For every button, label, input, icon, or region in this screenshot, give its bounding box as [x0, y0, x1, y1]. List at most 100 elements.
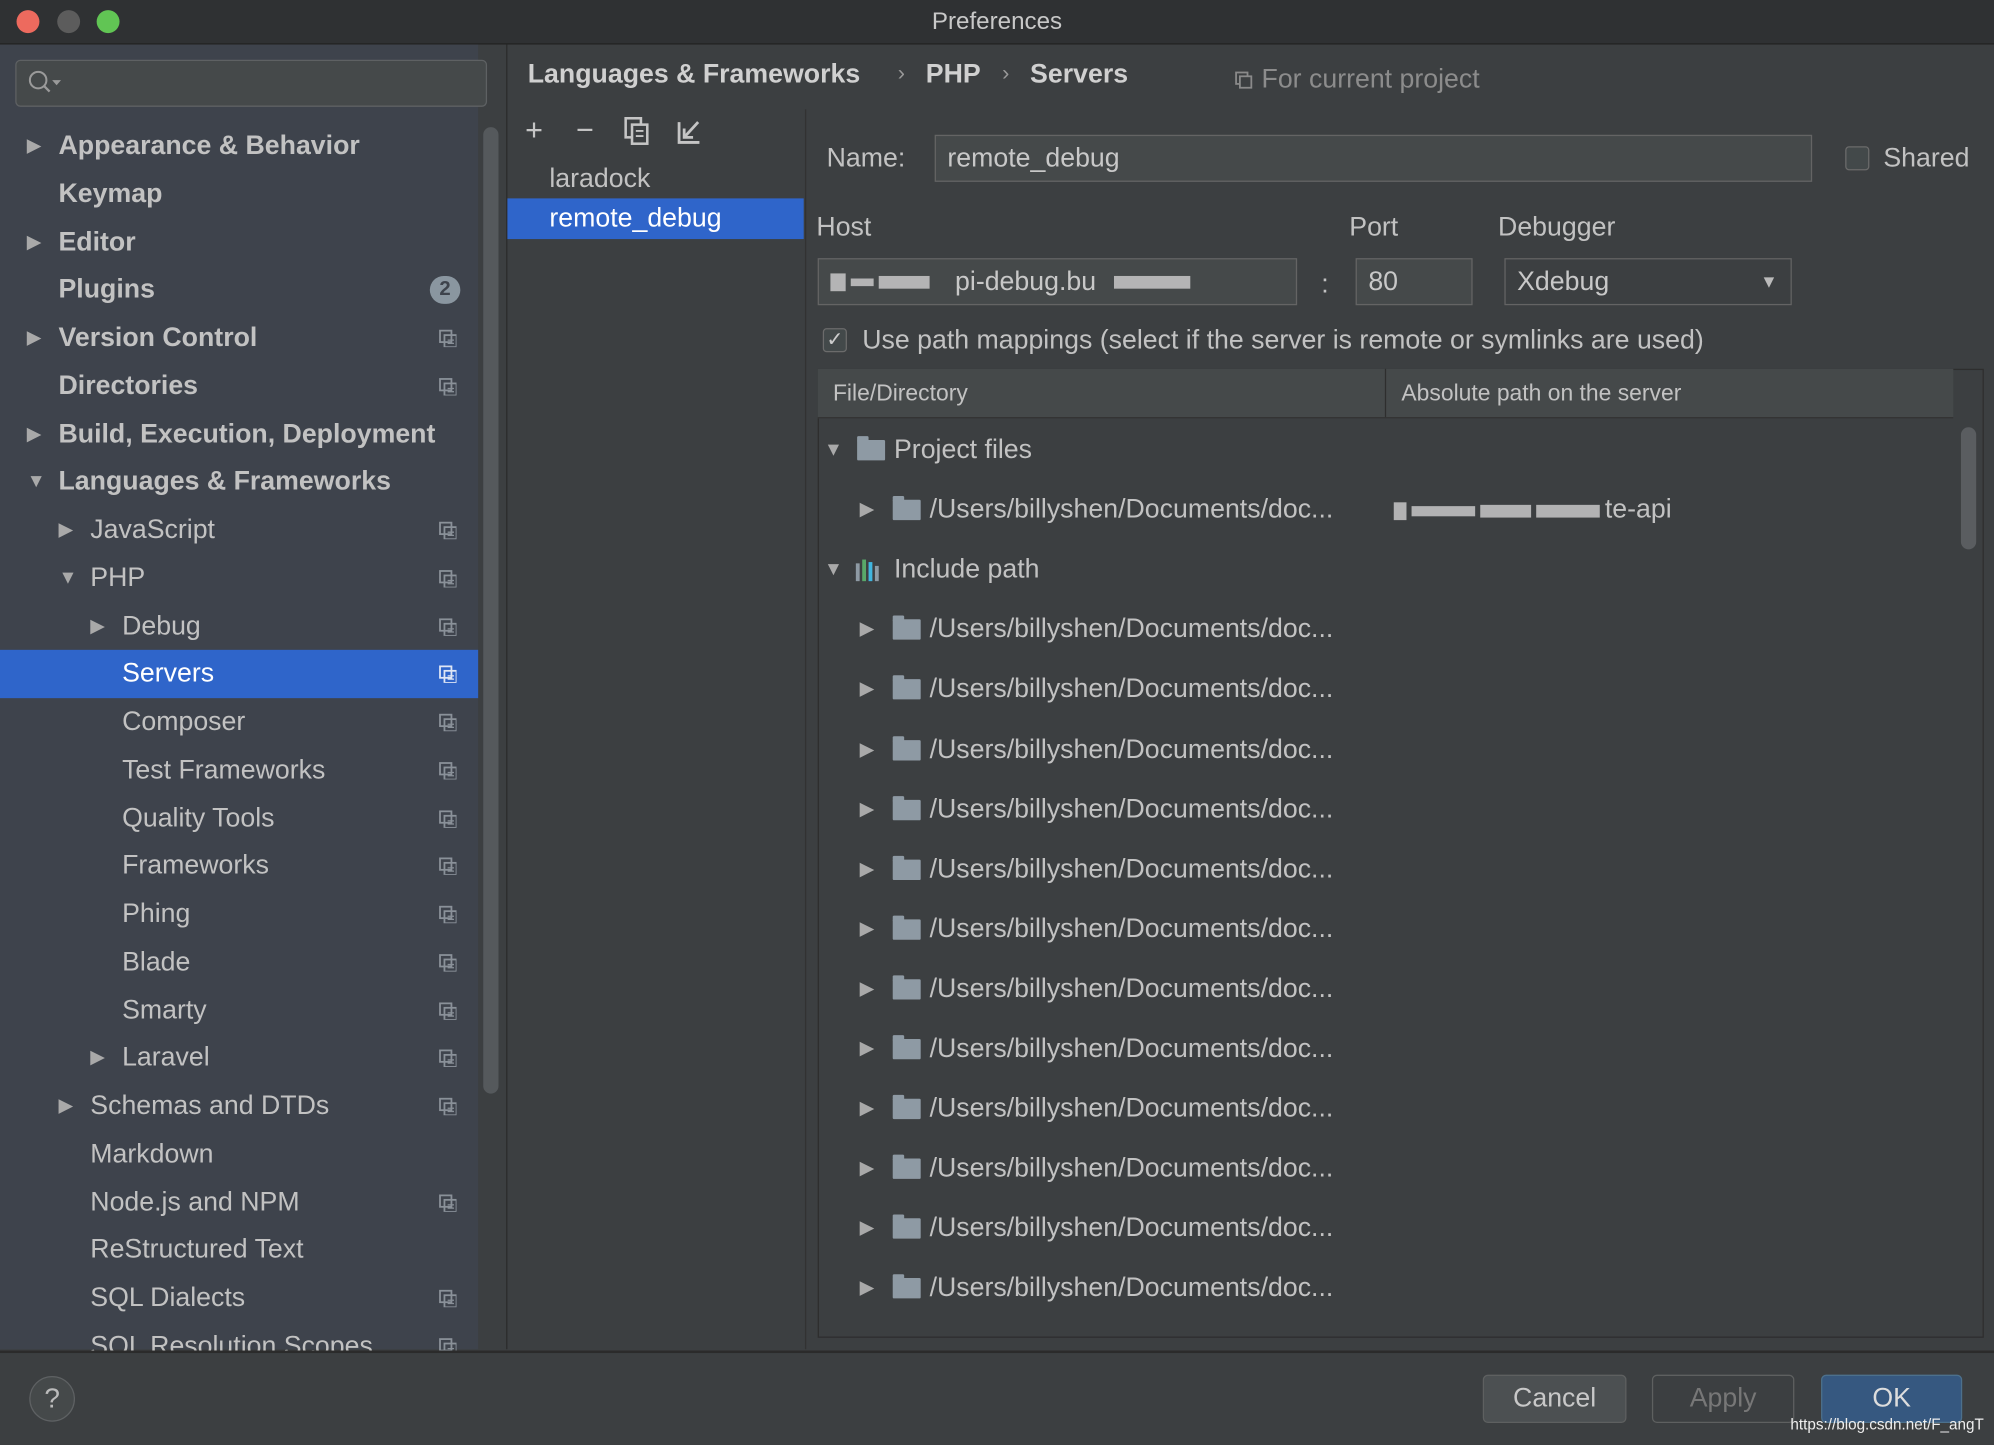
chevron-down-icon[interactable]: ▼ — [27, 458, 46, 506]
mapping-group-row[interactable]: ▼ Include path — [824, 551, 1943, 589]
mapping-row[interactable]: ▶ /Users/billyshen/Documents/doc... — [860, 1030, 1954, 1068]
sidebar-item-editor[interactable]: ▶ Editor — [0, 218, 478, 266]
sidebar-item-quality-tools[interactable]: Quality Tools — [0, 794, 478, 842]
sidebar-item-keymap[interactable]: Keymap — [0, 170, 478, 218]
sidebar-scrollbar[interactable] — [483, 127, 499, 1094]
mapping-row[interactable]: ▶ /Users/billyshen/Documents/doc... — [860, 910, 1954, 948]
chevron-right-icon[interactable]: ▶ — [90, 1034, 105, 1082]
chevron-right-icon[interactable]: ▶ — [27, 410, 42, 458]
chevron-right-icon[interactable]: ▶ — [860, 1030, 875, 1068]
redacted-text — [1411, 505, 1476, 516]
chevron-right-icon[interactable]: ▶ — [90, 602, 105, 650]
chevron-right-icon[interactable]: ▶ — [27, 122, 42, 170]
sidebar-item-php[interactable]: ▼ PHP — [0, 554, 478, 602]
column-header-file-directory[interactable]: File/Directory — [833, 380, 968, 407]
chevron-right-icon[interactable]: ▶ — [27, 314, 42, 362]
chevron-right-icon[interactable]: ▶ — [860, 611, 875, 649]
chevron-right-icon[interactable]: ▶ — [860, 970, 875, 1008]
server-path[interactable]: te-api — [1393, 491, 1672, 529]
server-item-laradock[interactable]: laradock — [507, 159, 803, 200]
sidebar-item-debug[interactable]: ▶ Debug — [0, 602, 478, 650]
mapping-row[interactable]: ▶ /Users/billyshen/Documents/doc... — [860, 850, 1954, 888]
folder-icon — [892, 496, 921, 521]
sidebar-item-phing[interactable]: Phing — [0, 890, 478, 938]
sidebar-item-plugins[interactable]: Plugins 2 — [0, 266, 478, 314]
chevron-down-icon[interactable]: ▼ — [824, 551, 843, 589]
shared-checkbox[interactable] — [1845, 146, 1870, 171]
redacted-text — [850, 279, 874, 287]
column-header-server-path[interactable]: Absolute path on the server — [1401, 380, 1681, 407]
chevron-right-icon[interactable]: ▶ — [860, 731, 875, 769]
sidebar-item-languages-frameworks[interactable]: ▼ Languages & Frameworks — [0, 458, 478, 506]
chevron-right-icon[interactable]: ▶ — [860, 671, 875, 709]
chevron-right-icon[interactable]: ▶ — [860, 1090, 875, 1128]
sidebar-item-blade[interactable]: Blade — [0, 938, 478, 986]
sidebar-item-version-control[interactable]: ▶ Version Control — [0, 314, 478, 362]
sidebar-item-restructured-text[interactable]: ReStructured Text — [0, 1226, 478, 1274]
mapping-row[interactable]: ▶ /Users/billyshen/Documents/doc... — [860, 970, 1954, 1008]
column-divider — [1384, 368, 1387, 418]
sidebar-item-label: Plugins — [58, 275, 155, 305]
sidebar-item-label: Markdown — [90, 1139, 214, 1169]
remove-server-button[interactable]: − — [568, 114, 601, 147]
breadcrumb-item: PHP — [925, 59, 981, 90]
table-scrollbar[interactable] — [1960, 427, 1977, 550]
mapping-row[interactable]: ▶ /Users/billyshen/Documents/doc... — [860, 731, 1954, 769]
mapping-row[interactable]: ▶ /Users/billyshen/Documents/doc... — [860, 790, 1954, 828]
mapping-row[interactable]: ▶ /Users/billyshen/Documents/doc... — [860, 1210, 1954, 1248]
name-input[interactable]: remote_debug — [934, 134, 1813, 182]
project-scope-icon — [439, 857, 457, 876]
debugger-select[interactable]: Xdebug ▼ — [1504, 258, 1792, 306]
sidebar-item-label: Languages & Frameworks — [58, 467, 391, 497]
sidebar-item-servers[interactable]: Servers — [0, 650, 479, 699]
chevron-right-icon[interactable]: ▶ — [860, 850, 875, 888]
sidebar-item-label: Servers — [122, 659, 215, 689]
mapping-row[interactable]: ▶ /Users/billyshen/Documents/doc... — [860, 1150, 1954, 1188]
mapping-row[interactable]: ▶ /Users/billyshen/Documents/doc... — [860, 611, 1954, 649]
sidebar-item-frameworks[interactable]: Frameworks — [0, 842, 478, 890]
chevron-down-icon[interactable]: ▼ — [824, 431, 843, 469]
sidebar-item-node-js-and-npm[interactable]: Node.js and NPM — [0, 1178, 478, 1226]
help-button[interactable]: ? — [29, 1375, 76, 1422]
sidebar-item-markdown[interactable]: Markdown — [0, 1130, 478, 1178]
chevron-right-icon[interactable]: ▶ — [58, 506, 73, 554]
chevron-right-icon[interactable]: ▶ — [860, 790, 875, 828]
mapping-group-row[interactable]: ▼ Project files — [824, 431, 1943, 469]
sidebar-item-laravel[interactable]: ▶ Laravel — [0, 1034, 478, 1082]
local-path: /Users/billyshen/Documents/doc... — [929, 734, 1334, 764]
redacted-text — [878, 276, 930, 290]
sidebar-item-javascript[interactable]: ▶ JavaScript — [0, 506, 478, 554]
sidebar-item-build-execution-deployment[interactable]: ▶ Build, Execution, Deployment — [0, 410, 478, 458]
sidebar-item-label: Node.js and NPM — [90, 1187, 300, 1217]
mapping-row[interactable]: ▶ /Users/billyshen/Documents/doc... — [860, 1270, 1954, 1308]
copy-server-button[interactable] — [621, 114, 654, 147]
chevron-right-icon[interactable]: ▶ — [27, 218, 42, 266]
port-input[interactable]: 80 — [1355, 258, 1473, 306]
chevron-right-icon[interactable]: ▶ — [860, 910, 875, 948]
sidebar-item-schemas-and-dtds[interactable]: ▶ Schemas and DTDs — [0, 1082, 478, 1130]
chevron-right-icon[interactable]: ▶ — [58, 1082, 73, 1130]
apply-button[interactable]: Apply — [1651, 1374, 1795, 1424]
sidebar-item-sql-dialects[interactable]: SQL Dialects — [0, 1274, 478, 1322]
settings-search-input[interactable] — [15, 59, 488, 107]
project-scope-icon — [439, 329, 457, 348]
chevron-right-icon[interactable]: ▶ — [860, 491, 875, 529]
mapping-row[interactable]: ▶ /Users/billyshen/Documents/doc... — [860, 671, 1954, 709]
chevron-right-icon[interactable]: ▶ — [860, 1150, 875, 1188]
host-input[interactable]: pi-debug.bu — [817, 258, 1298, 306]
mapping-row[interactable]: ▶ /Users/billyshen/Documents/doc... te-api — [860, 491, 1954, 529]
sidebar-item-test-frameworks[interactable]: Test Frameworks — [0, 746, 478, 794]
sidebar-item-smarty[interactable]: Smarty — [0, 986, 478, 1034]
sidebar-item-composer[interactable]: Composer — [0, 698, 478, 746]
add-server-button[interactable]: + — [518, 114, 551, 147]
sidebar-item-appearance-behavior[interactable]: ▶ Appearance & Behavior — [0, 122, 478, 170]
path-mappings-checkbox[interactable]: ✓ — [822, 328, 847, 353]
cancel-button[interactable]: Cancel — [1482, 1374, 1627, 1424]
chevron-right-icon[interactable]: ▶ — [860, 1270, 875, 1308]
chevron-right-icon[interactable]: ▶ — [860, 1210, 875, 1248]
mapping-row[interactable]: ▶ /Users/billyshen/Documents/doc... — [860, 1090, 1954, 1128]
import-server-button[interactable] — [673, 114, 706, 147]
server-item-remote-debug[interactable]: remote_debug — [507, 198, 804, 240]
chevron-down-icon[interactable]: ▼ — [58, 554, 77, 602]
sidebar-item-directories[interactable]: Directories — [0, 362, 478, 410]
